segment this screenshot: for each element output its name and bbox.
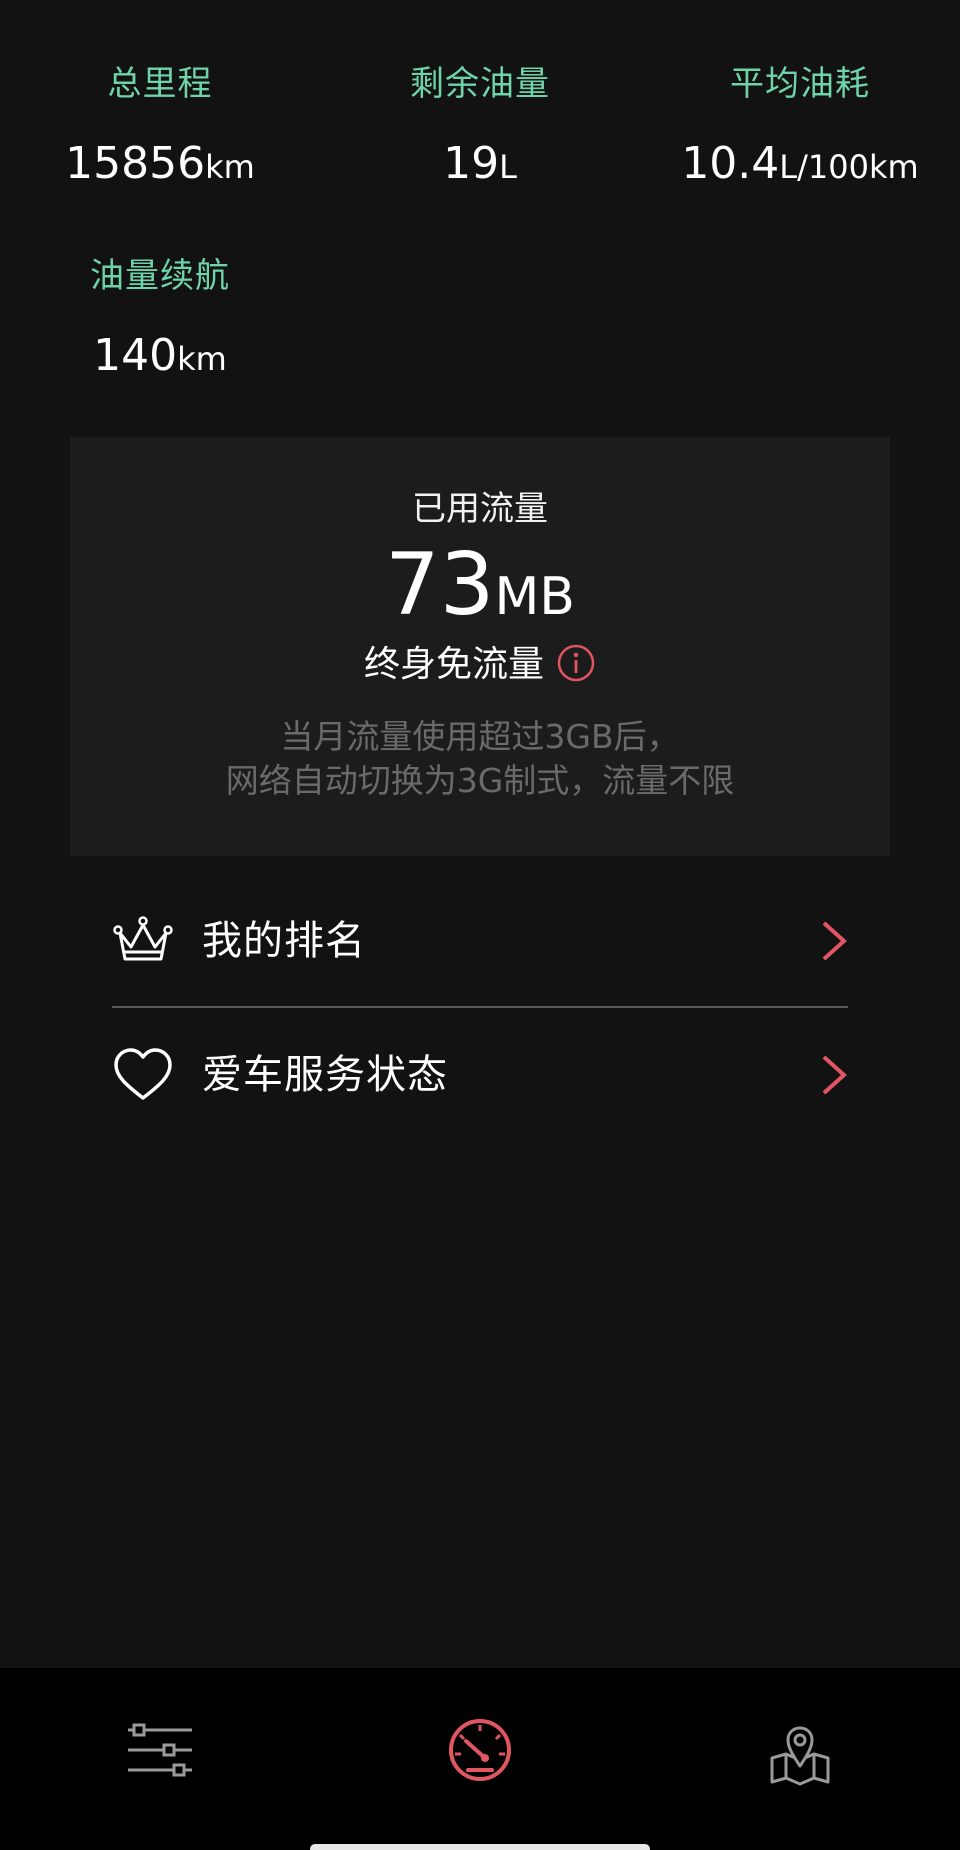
speedometer-icon <box>430 1719 530 1804</box>
stat-unit: L/100km <box>779 148 919 186</box>
stat-label: 总里程 <box>107 64 213 104</box>
stat-remaining-fuel: 剩余油量 19L <box>320 64 640 193</box>
stat-value: 10.4L/100km <box>640 138 960 193</box>
stat-label: 平均油耗 <box>730 64 870 104</box>
stat-number: 19 <box>443 138 500 189</box>
data-usage-note: 当月流量使用超过3GB后， 网络自动切换为3G制式，流量不限 <box>70 715 890 803</box>
stat-total-mileage: 总里程 15856km <box>0 64 320 193</box>
stat-average-consumption: 平均油耗 10.4L/100km <box>640 64 960 193</box>
stat-value: 15856km <box>0 138 320 193</box>
menu-label: 爱车服务状态 <box>202 1052 448 1098</box>
menu-item-car-service-status[interactable]: 爱车服务状态 <box>112 1010 848 1140</box>
sliders-icon <box>110 1723 210 1804</box>
stat-label: 剩余油量 <box>410 64 550 104</box>
data-usage-unit: MB <box>494 567 575 627</box>
tab-dashboard[interactable] <box>430 1700 530 1800</box>
menu-divider <box>112 1006 848 1008</box>
info-icon[interactable] <box>556 643 596 683</box>
app-screen: 总里程 15856km 剩余油量 19L 平均油耗 10.4L/100km 油量… <box>0 0 960 1850</box>
stat-label: 油量续航 <box>90 256 230 296</box>
bottom-tab-bar <box>0 1668 960 1850</box>
data-usage-title: 已用流量 <box>412 489 548 529</box>
data-usage-card: 已用流量 73MB 终身免流量 当月流量使用超过3GB后， 网络自动切换为3G制… <box>70 437 890 856</box>
data-usage-note-line: 当月流量使用超过3GB后， <box>280 717 680 756</box>
stat-value: 19L <box>320 138 640 193</box>
chevron-right-icon <box>818 919 848 963</box>
tab-map[interactable] <box>750 1700 850 1800</box>
menu-label: 我的排名 <box>202 918 366 964</box>
tab-settings[interactable] <box>110 1700 210 1800</box>
chevron-right-icon <box>818 1053 848 1097</box>
home-indicator <box>310 1844 650 1850</box>
stat-number: 140 <box>93 330 178 381</box>
stat-value: 140km <box>0 330 320 385</box>
heart-icon <box>112 1045 174 1105</box>
stat-fuel-range: 油量续航 140km <box>0 256 320 385</box>
crown-icon <box>112 911 174 971</box>
stat-unit: km <box>205 148 255 186</box>
data-usage-value: 73MB <box>70 537 890 657</box>
data-plan-label: 终身免流量 <box>363 644 544 685</box>
data-usage-note-line: 网络自动切换为3G制式，流量不限 <box>225 761 735 800</box>
data-usage-number: 73 <box>385 535 495 635</box>
stat-unit: L <box>499 148 517 186</box>
menu-item-my-ranking[interactable]: 我的排名 <box>112 876 848 1006</box>
map-pin-icon <box>750 1726 850 1804</box>
data-plan-row: 终身免流量 <box>70 643 890 687</box>
stat-number: 10.4 <box>681 138 780 189</box>
stat-unit: km <box>177 340 227 378</box>
stat-number: 15856 <box>65 138 206 189</box>
